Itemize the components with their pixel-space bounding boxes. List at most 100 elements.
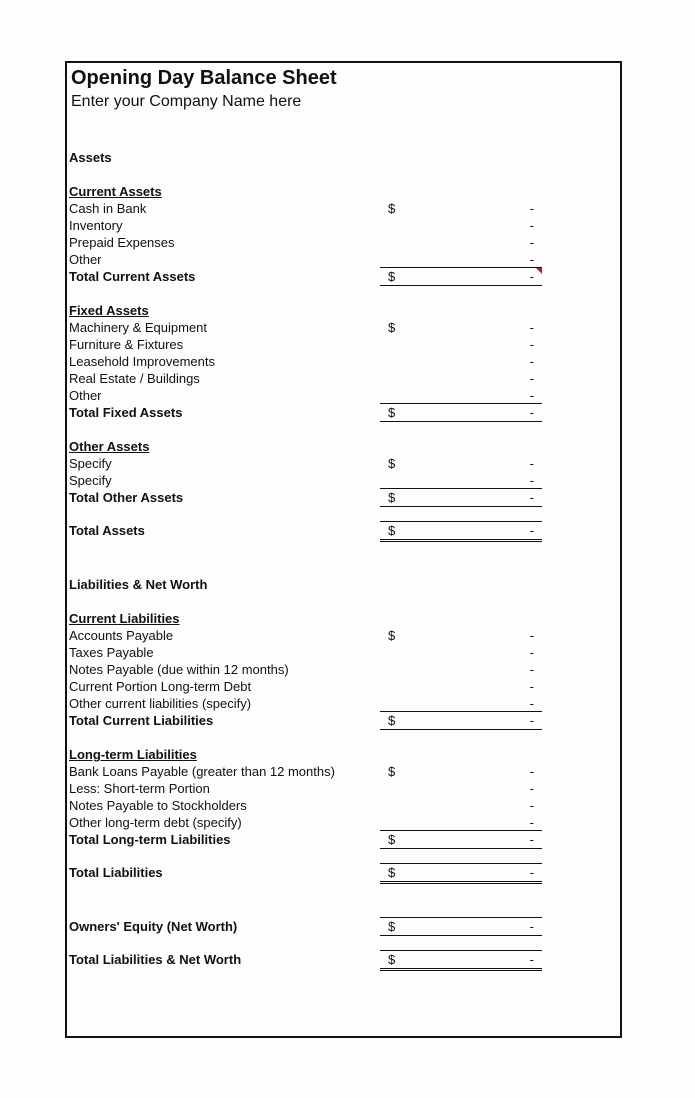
total-amount-cell[interactable]: $ -	[380, 830, 542, 849]
amount-cell[interactable]: -	[380, 661, 542, 678]
assets-section-label: Assets	[69, 150, 112, 165]
amount-cell[interactable]: -	[380, 251, 542, 268]
list-item[interactable]: Real Estate / Buildings -	[67, 370, 620, 387]
total-amount-cell[interactable]: $ -	[380, 488, 542, 507]
list-item[interactable]: Cash in Bank $ -	[67, 200, 620, 217]
sheet-title: Opening Day Balance Sheet	[71, 67, 337, 89]
currency-symbol: $	[388, 456, 396, 471]
amount-value: -	[529, 456, 534, 471]
balance-sheet: Opening Day Balance Sheet Enter your Com…	[65, 61, 622, 1038]
total-row: Total Current Liabilities $ -	[67, 711, 620, 730]
amount-value: -	[529, 371, 534, 386]
total-amount-cell[interactable]: $ -	[380, 521, 542, 542]
amount-cell[interactable]: -	[380, 387, 542, 404]
list-item[interactable]: Taxes Payable -	[67, 644, 620, 661]
total-liabilities-row: Total Liabilities $ -	[67, 863, 620, 884]
other-assets-heading: Other Assets	[69, 439, 150, 454]
list-item[interactable]: Furniture & Fixtures -	[67, 336, 620, 353]
amount-value: -	[529, 815, 534, 830]
amount-cell[interactable]: -	[380, 678, 542, 695]
amount-value: -	[529, 764, 534, 779]
currency-symbol: $	[388, 490, 396, 505]
amount-value: -	[529, 696, 534, 711]
currency-symbol: $	[388, 952, 396, 967]
amount-value: -	[529, 337, 534, 352]
list-item[interactable]: Current Portion Long-term Debt -	[67, 678, 620, 695]
amount-cell[interactable]: -	[380, 234, 542, 251]
amount-value: -	[529, 490, 534, 505]
amount-value: -	[529, 405, 534, 420]
amount-value: -	[529, 832, 534, 847]
list-item[interactable]: Less: Short-term Portion -	[67, 780, 620, 797]
currency-symbol: $	[388, 201, 396, 216]
list-item[interactable]: Other -	[67, 387, 620, 404]
total-amount-cell[interactable]: $ -	[380, 711, 542, 730]
amount-value: -	[529, 713, 534, 728]
list-item[interactable]: Other long-term debt (specify) -	[67, 814, 620, 831]
amount-value: -	[529, 645, 534, 660]
amount-cell[interactable]: -	[380, 336, 542, 353]
amount-cell[interactable]: -	[380, 472, 542, 489]
total-row: Total Long-term Liabilities $ -	[67, 830, 620, 849]
list-item[interactable]: Leasehold Improvements -	[67, 353, 620, 370]
list-item[interactable]: Machinery & Equipment $ -	[67, 319, 620, 336]
total-liabilities-net-worth-row: Total Liabilities & Net Worth $ -	[67, 950, 620, 971]
amount-value: -	[529, 798, 534, 813]
amount-value: -	[529, 235, 534, 250]
amount-cell[interactable]: $ -	[380, 455, 542, 472]
amount-value: -	[529, 628, 534, 643]
currency-symbol: $	[388, 628, 396, 643]
list-item[interactable]: Inventory -	[67, 217, 620, 234]
currency-symbol: $	[388, 865, 396, 880]
total-amount-cell[interactable]: $ -	[380, 863, 542, 884]
amount-cell[interactable]: -	[380, 353, 542, 370]
amount-cell[interactable]: -	[380, 814, 542, 831]
amount-cell[interactable]: -	[380, 780, 542, 797]
list-item[interactable]: Accounts Payable $ -	[67, 627, 620, 644]
total-assets-row: Total Assets $ -	[67, 521, 620, 542]
amount-cell[interactable]: $ -	[380, 763, 542, 780]
amount-value: -	[529, 201, 534, 216]
list-item[interactable]: Other current liabilities (specify) -	[67, 695, 620, 712]
amount-cell[interactable]: -	[380, 217, 542, 234]
amount-cell[interactable]: $ -	[380, 319, 542, 336]
amount-cell[interactable]: -	[380, 644, 542, 661]
amount-cell[interactable]: -	[380, 797, 542, 814]
list-item[interactable]: Prepaid Expenses -	[67, 234, 620, 251]
amount-value: -	[529, 865, 534, 880]
currency-symbol: $	[388, 713, 396, 728]
amount-cell[interactable]: $ -	[380, 200, 542, 217]
list-item[interactable]: Specify $ -	[67, 455, 620, 472]
amount-cell[interactable]: -	[380, 695, 542, 712]
currency-symbol: $	[388, 320, 396, 335]
currency-symbol: $	[388, 919, 396, 934]
list-item[interactable]: Bank Loans Payable (greater than 12 mont…	[67, 763, 620, 780]
amount-value: -	[529, 662, 534, 677]
amount-value: -	[529, 388, 534, 403]
amount-value: -	[529, 269, 534, 284]
liabilities-section-label: Liabilities & Net Worth	[69, 577, 208, 592]
amount-cell[interactable]: $ -	[380, 627, 542, 644]
owners-equity-row: Owners' Equity (Net Worth) $ -	[67, 917, 620, 936]
list-item[interactable]: Other -	[67, 251, 620, 268]
amount-value: -	[529, 781, 534, 796]
amount-value: -	[529, 218, 534, 233]
total-amount-cell[interactable]: $ -	[380, 267, 542, 286]
list-item[interactable]: Specify -	[67, 472, 620, 489]
amount-cell[interactable]: -	[380, 370, 542, 387]
total-row: Total Other Assets $ -	[67, 488, 620, 507]
amount-value: -	[529, 952, 534, 967]
amount-value: -	[529, 320, 534, 335]
total-amount-cell[interactable]: $ -	[380, 950, 542, 971]
total-amount-cell[interactable]: $ -	[380, 917, 542, 936]
total-row: Total Current Assets $ -	[67, 267, 620, 286]
total-amount-cell[interactable]: $ -	[380, 403, 542, 422]
comment-indicator-icon[interactable]	[536, 268, 542, 274]
list-item[interactable]: Notes Payable (due within 12 months) -	[67, 661, 620, 678]
amount-value: -	[529, 473, 534, 488]
currency-symbol: $	[388, 269, 396, 284]
company-name-field[interactable]: Enter your Company Name here	[71, 93, 301, 111]
total-row: Total Fixed Assets $ -	[67, 403, 620, 422]
currency-symbol: $	[388, 523, 396, 538]
list-item[interactable]: Notes Payable to Stockholders -	[67, 797, 620, 814]
